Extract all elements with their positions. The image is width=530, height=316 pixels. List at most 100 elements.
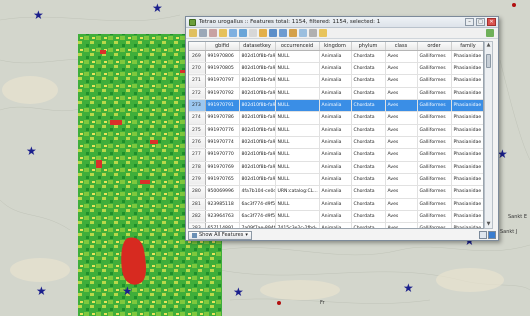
table-row[interactable]: 274991970786802d10f8b-fa99-...NULLAnimal… — [189, 111, 483, 125]
cell-class[interactable]: Aves — [385, 198, 418, 211]
cell-datasetkey[interactable]: 7a09f7ae-894f-4... — [239, 222, 276, 228]
cell-class[interactable]: Aves — [385, 210, 418, 224]
row-header[interactable]: 270 — [189, 62, 206, 76]
cell-order[interactable]: Galliformes — [417, 111, 452, 125]
cell-kingdom[interactable]: Animalia — [319, 124, 352, 137]
column-header-family[interactable]: family — [451, 42, 483, 51]
cell-family[interactable]: Phasianidae — [451, 111, 483, 125]
table-row[interactable]: 279991970765802d10f8b-fa99-...NULLAnimal… — [189, 173, 483, 187]
cell-order[interactable]: Galliformes — [417, 87, 452, 100]
cell-family[interactable]: Phasianidae — [451, 161, 483, 174]
corner-header[interactable] — [189, 42, 206, 51]
cell-order[interactable]: Galliformes — [417, 173, 452, 187]
row-header[interactable]: 282 — [189, 210, 206, 224]
cell-datasetkey[interactable]: 4fa7b104-ce0d-4... — [239, 185, 276, 199]
occurrence-marker[interactable]: ★ — [33, 9, 44, 21]
invert-selection-icon[interactable] — [239, 29, 247, 37]
cell-family[interactable]: Phasianidae — [451, 87, 483, 100]
cell-kingdom[interactable]: Animalia — [319, 173, 352, 187]
cell-family[interactable]: Phasianidae — [451, 99, 483, 113]
cell-class[interactable]: Aves — [385, 161, 418, 174]
row-header[interactable]: 283 — [189, 222, 206, 228]
column-header-gbifid[interactable]: gbifid — [205, 42, 240, 51]
cell-kingdom[interactable]: Animalia — [319, 62, 352, 76]
cell-phylum[interactable]: Chordata — [351, 62, 386, 76]
cell-kingdom[interactable]: Animalia — [319, 50, 352, 63]
cell-gbifid[interactable]: 991970786 — [205, 111, 240, 125]
row-header[interactable]: 281 — [189, 198, 206, 211]
scroll-up-icon[interactable]: ▲ — [485, 42, 492, 49]
cell-class[interactable]: Aves — [385, 87, 418, 100]
cell-order[interactable]: Galliformes — [417, 185, 452, 199]
cell-datasetkey[interactable]: 802d10f8b-fa99-... — [239, 161, 276, 174]
vertical-scrollbar[interactable]: ▲ ▼ — [484, 41, 493, 229]
column-header-order[interactable]: order — [417, 42, 452, 51]
cell-phylum[interactable]: Chordata — [351, 185, 386, 199]
cell-phylum[interactable]: Chordata — [351, 87, 386, 100]
cell-occurrenceid[interactable]: NULL — [275, 74, 320, 88]
row-header[interactable]: 271 — [189, 74, 206, 88]
move-selection-top-icon[interactable] — [259, 29, 267, 37]
cell-class[interactable]: Aves — [385, 148, 418, 162]
cell-kingdom[interactable]: Animalia — [319, 210, 352, 224]
cell-family[interactable]: Phasianidae — [451, 198, 483, 211]
column-header-class[interactable]: class — [385, 42, 418, 51]
field-calculator-icon[interactable] — [319, 29, 327, 37]
cell-phylum[interactable]: Chordata — [351, 222, 386, 228]
cell-kingdom[interactable]: Animalia — [319, 148, 352, 162]
cell-datasetkey[interactable]: 802d10f8b-fa99-... — [239, 136, 276, 150]
deselect-icon[interactable] — [249, 29, 257, 37]
cell-order[interactable]: Galliformes — [417, 148, 452, 162]
cell-datasetkey[interactable]: 802d10f8b-fa99-... — [239, 74, 276, 88]
cell-kingdom[interactable]: Animalia — [319, 74, 352, 88]
table-row[interactable]: 270991970805802d10f8b-fa99-...NULLAnimal… — [189, 62, 483, 76]
cell-occurrenceid[interactable]: NULL — [275, 173, 320, 187]
column-header-datasetkey[interactable]: datasetkey — [239, 42, 276, 51]
table-row[interactable]: 276991970774802d10f8b-fa99-...NULLAnimal… — [189, 136, 483, 150]
cell-class[interactable]: Aves — [385, 62, 418, 76]
cell-datasetkey[interactable]: 802d10f8b-fa99-... — [239, 62, 276, 76]
row-header[interactable]: 277 — [189, 148, 206, 162]
table-view-icon[interactable] — [488, 231, 496, 239]
minimize-button[interactable]: – — [465, 18, 474, 26]
cell-gbifid[interactable]: 991970774 — [205, 136, 240, 150]
cell-family[interactable]: Phasianidae — [451, 222, 483, 228]
cell-occurrenceid[interactable]: NULL — [275, 50, 320, 63]
cell-class[interactable]: Aves — [385, 185, 418, 199]
cell-gbifid[interactable]: 950069996 — [205, 185, 240, 199]
cell-occurrenceid[interactable]: NULL — [275, 99, 320, 113]
select-expression-icon[interactable] — [219, 29, 227, 37]
cell-order[interactable]: Galliformes — [417, 198, 452, 211]
cell-phylum[interactable]: Chordata — [351, 198, 386, 211]
cell-datasetkey[interactable]: 6ac3f774-d9f5-4... — [239, 210, 276, 224]
zoom-to-selection-icon[interactable] — [279, 29, 287, 37]
cell-order[interactable]: Galliformes — [417, 99, 452, 113]
cell-kingdom[interactable]: Animalia — [319, 161, 352, 174]
delete-feature-icon[interactable] — [209, 29, 217, 37]
table-row[interactable]: 2829239647636ac3f774-d9f5-4...NULLAnimal… — [189, 210, 483, 224]
cell-gbifid[interactable]: 991970769 — [205, 161, 240, 174]
cell-gbifid[interactable]: 991970792 — [205, 87, 240, 100]
cell-gbifid[interactable]: 657114891 — [205, 222, 240, 228]
cell-datasetkey[interactable]: 802d10f8b-fa99-... — [239, 99, 276, 113]
cell-family[interactable]: Phasianidae — [451, 173, 483, 187]
cell-datasetkey[interactable]: 6ac3f774-d9f5-4... — [239, 198, 276, 211]
cell-occurrenceid[interactable]: 7415c3e2c-2fbd-... — [275, 222, 320, 228]
row-header[interactable]: 276 — [189, 136, 206, 150]
attribute-grid[interactable]: gbifid datasetkey occurrenceid kingdom p… — [188, 41, 484, 229]
table-row[interactable]: 273991970791802d10f8b-fa99-...NULLAnimal… — [189, 99, 483, 113]
cell-gbifid[interactable]: 991970805 — [205, 62, 240, 76]
location-dot[interactable] — [277, 301, 281, 305]
cell-kingdom[interactable]: Animalia — [319, 136, 352, 150]
attribute-table-window[interactable]: Tetrao urogallus :: Features total: 1154… — [185, 16, 499, 241]
cell-order[interactable]: Galliformes — [417, 62, 452, 76]
cell-family[interactable]: Phasianidae — [451, 210, 483, 224]
cell-phylum[interactable]: Chordata — [351, 74, 386, 88]
cell-order[interactable]: Galliformes — [417, 161, 452, 174]
cell-order[interactable]: Galliformes — [417, 210, 452, 224]
cell-phylum[interactable]: Chordata — [351, 161, 386, 174]
cell-family[interactable]: Phasianidae — [451, 136, 483, 150]
cell-class[interactable]: Aves — [385, 173, 418, 187]
row-header[interactable]: 275 — [189, 124, 206, 137]
occurrence-marker[interactable]: ★ — [152, 2, 163, 14]
